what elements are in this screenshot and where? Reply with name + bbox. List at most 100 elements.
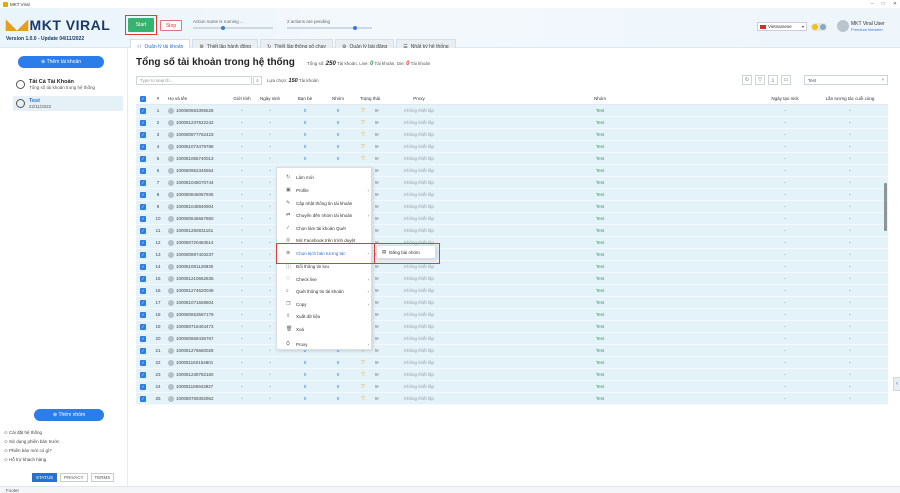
folder-icon[interactable]: ▭: [781, 75, 791, 85]
table-row[interactable]: ✓ 24 100081185943927- -0 0 ⛉ ✉ Không thiết lập T…: [136, 381, 888, 393]
whats-new-link[interactable]: Phiên bản mới có gì?: [4, 446, 60, 455]
table-row[interactable]: ✓10100080646667860--00⛉✉Không thiết lậpT…: [136, 213, 888, 225]
table-scrollbar[interactable]: [884, 183, 887, 231]
menu-item-check[interactable]: ✓ Chọn làm tài khoản Quét: [277, 223, 373, 233]
table-row[interactable]: ✓9100081048940904--00⛉✉Không thiết lậpTe…: [136, 201, 888, 213]
row-checkbox[interactable]: ✓: [140, 395, 146, 402]
row-checkbox[interactable]: ✓: [140, 167, 146, 174]
row-checkbox[interactable]: ✓: [140, 335, 146, 342]
previous-version-link[interactable]: Sử dụng phiên bản trước: [4, 437, 60, 446]
col-gender[interactable]: Giới tính: [230, 96, 254, 101]
col-last-interaction[interactable]: Lần tương tác cuối cùng: [820, 96, 880, 101]
col-proxy[interactable]: Proxy: [388, 96, 450, 101]
terms-badge[interactable]: TERMS: [90, 473, 115, 482]
menu-item-edit[interactable]: ✎ Cập nhật thông tin tài khoản: [277, 198, 373, 208]
row-checkbox[interactable]: ✓: [140, 263, 146, 270]
row-checkbox[interactable]: ✓: [140, 143, 146, 150]
minimize-icon[interactable]: –: [871, 1, 874, 7]
search-input[interactable]: Type to search...: [136, 76, 252, 85]
menu-item-move[interactable]: ⇄ Chuyển đến nhóm tài khoản ›: [277, 210, 373, 220]
maximize-icon[interactable]: □: [882, 1, 885, 7]
menu-item-export[interactable]: ⇪ Xuất dữ liệu: [277, 311, 373, 321]
menu-item-pulse[interactable]: ♡ Check live ›: [277, 274, 373, 284]
row-checkbox[interactable]: ✓: [140, 119, 146, 126]
col-created[interactable]: Ngày tạo nick: [750, 96, 820, 101]
table-row[interactable]: ✓ 3 100080977762423- -0 0 ⛉ ✉ Không thiết lập Te…: [136, 129, 888, 141]
row-checkbox[interactable]: ✓: [140, 155, 146, 162]
col-group[interactable]: Nhóm: [450, 96, 750, 101]
chevron-left-icon[interactable]: ‹: [893, 377, 900, 391]
table-row[interactable]: ✓ 25 100080759392962- -0 0 ⛉ ✉ Không thiết lập T…: [136, 393, 888, 405]
menu-item-profile[interactable]: ▣ Profile ›: [277, 185, 373, 195]
col-name[interactable]: Họ và tên: [166, 96, 230, 101]
table-row[interactable]: ✓13100080997403237--00⛉✉Không thiết lậpT…: [136, 249, 888, 261]
table-row[interactable]: ✓6100080952345554--00⛉✉Không thiết lậpTe…: [136, 165, 888, 177]
table-row[interactable]: ✓18100080653587179--00⛉✉Không thiết lậpT…: [136, 309, 888, 321]
menu-item-scan[interactable]: ⌕ Quét thông tin tài khoản ›: [277, 286, 373, 296]
table-row[interactable]: ✓ 2 100081237622242- -0 0 ⛉ ✉ Không thiết lập Te…: [136, 117, 888, 129]
table-row[interactable]: ✓12100080720483514--00⛉✉Không thiết lậpT…: [136, 237, 888, 249]
system-settings-link[interactable]: Cài đặt hệ thống: [4, 428, 60, 437]
language-select[interactable]: Vietnamese ▾: [757, 22, 807, 31]
menu-item-refresh[interactable]: ↻ Làm mới: [277, 172, 373, 182]
row-checkbox[interactable]: ✓: [140, 179, 146, 186]
col-groups[interactable]: Nhóm: [324, 96, 352, 101]
table-row[interactable]: ✓16100081274620049--00⛉✉Không thiết lậpT…: [136, 285, 888, 297]
refresh-icon[interactable]: ↻: [742, 75, 752, 85]
table-row[interactable]: ✓17100081071559604--00⛉✉Không thiết lậpT…: [136, 297, 888, 309]
row-checkbox[interactable]: ✓: [140, 299, 146, 306]
support-link[interactable]: Hỗ trợ khách hàng: [4, 455, 60, 464]
table-row[interactable]: ✓19100080716404473--00⛉✉Không thiết lậpT…: [136, 321, 888, 333]
table-row[interactable]: ✓ 4 100081073479786- -0 0 ⛉ ✉ Không thiết lập Te…: [136, 141, 888, 153]
row-checkbox[interactable]: ✓: [140, 215, 146, 222]
menu-item-copy[interactable]: ❐ Copy ›: [277, 299, 373, 309]
row-checkbox[interactable]: ✓: [140, 347, 146, 354]
add-group-button[interactable]: ⊕ Thêm nhóm: [34, 409, 104, 421]
row-checkbox[interactable]: ✓: [140, 323, 146, 330]
close-icon[interactable]: ✕: [893, 1, 897, 7]
row-checkbox[interactable]: ✓: [140, 251, 146, 258]
col-status[interactable]: Trạng thái: [352, 96, 388, 101]
sidebar-item-all-accounts[interactable]: Tất Cả Tài Khoản Tổng số tài khoản trong…: [16, 79, 124, 90]
row-checkbox[interactable]: ✓: [140, 359, 146, 366]
menu-item-proxy[interactable]: ⛭ Proxy ›: [277, 339, 373, 349]
col-dob[interactable]: Ngày sinh: [254, 96, 286, 101]
table-row[interactable]: ✓14100081081128930--00⛉✉Không thiết lậpT…: [136, 261, 888, 273]
table-row[interactable]: ✓ 1 100080693395528- -0 0 ⛉ ✉ Không thiết lập Te…: [136, 105, 888, 117]
privacy-badge[interactable]: PRIVACY: [60, 473, 88, 482]
theme-toggle[interactable]: [811, 23, 827, 31]
row-checkbox[interactable]: ✓: [140, 383, 146, 390]
table-row[interactable]: ✓11100081250831161--00⛉✉Không thiết lậpT…: [136, 225, 888, 237]
table-row[interactable]: ✓20100080668436767--00⛉✉Không thiết lậpT…: [136, 333, 888, 345]
row-checkbox[interactable]: ✓: [140, 227, 146, 234]
select-all-checkbox[interactable]: ✓: [140, 95, 146, 102]
row-checkbox[interactable]: ✓: [140, 107, 146, 114]
row-checkbox[interactable]: ✓: [140, 191, 146, 198]
table-row[interactable]: ✓8100080846057935--00⛉✉Không thiết lậpTe…: [136, 189, 888, 201]
row-checkbox[interactable]: ✓: [140, 203, 146, 210]
row-checkbox[interactable]: ✓: [140, 371, 146, 378]
download-icon[interactable]: ⤓: [768, 75, 778, 85]
row-checkbox[interactable]: ✓: [140, 239, 146, 246]
group-select[interactable]: Test ▾: [804, 75, 888, 85]
table-row[interactable]: ✓ 23 100081239782160- -0 0 ⛉ ✉ Không thiết lập T…: [136, 369, 888, 381]
table-row[interactable]: ✓ 22 100081160154801- -0 0 ⛉ ✉ Không thiết lập T…: [136, 357, 888, 369]
filter-icon[interactable]: ▽: [755, 75, 765, 85]
status-badge[interactable]: STATUS: [32, 473, 58, 482]
user-menu[interactable]: MKT Viral User Premium Member: [837, 20, 885, 32]
row-checkbox[interactable]: ✓: [140, 131, 146, 138]
start-button[interactable]: Start: [128, 18, 154, 32]
table-row[interactable]: ✓15100081210662635--00⛉✉Không thiết lậpT…: [136, 273, 888, 285]
col-friends[interactable]: Bạn bè: [286, 96, 324, 101]
row-checkbox[interactable]: ✓: [140, 287, 146, 294]
row-checkbox[interactable]: ✓: [140, 275, 146, 282]
sidebar-item-test[interactable]: Test 22/11/2022: [13, 96, 123, 111]
add-account-button[interactable]: ⊕ Thêm tài khoản: [18, 56, 104, 68]
row-checkbox[interactable]: ✓: [140, 311, 146, 318]
table-row[interactable]: ✓7100081048070744--00⛉✉Không thiết lậpTe…: [136, 177, 888, 189]
table-row[interactable]: ✓ 5 100081065740013- -0 0 ⛉ ✉ Không thiết lập Te…: [136, 153, 888, 165]
table-row[interactable]: ✓ 21 100081276660028- -0 0 ⛉ ✉ Không thiết lập T…: [136, 345, 888, 357]
menu-item-trash[interactable]: 🗑 Xoá: [277, 324, 373, 334]
stop-button[interactable]: Stop: [160, 20, 182, 31]
search-icon[interactable]: ⌕: [253, 76, 262, 85]
